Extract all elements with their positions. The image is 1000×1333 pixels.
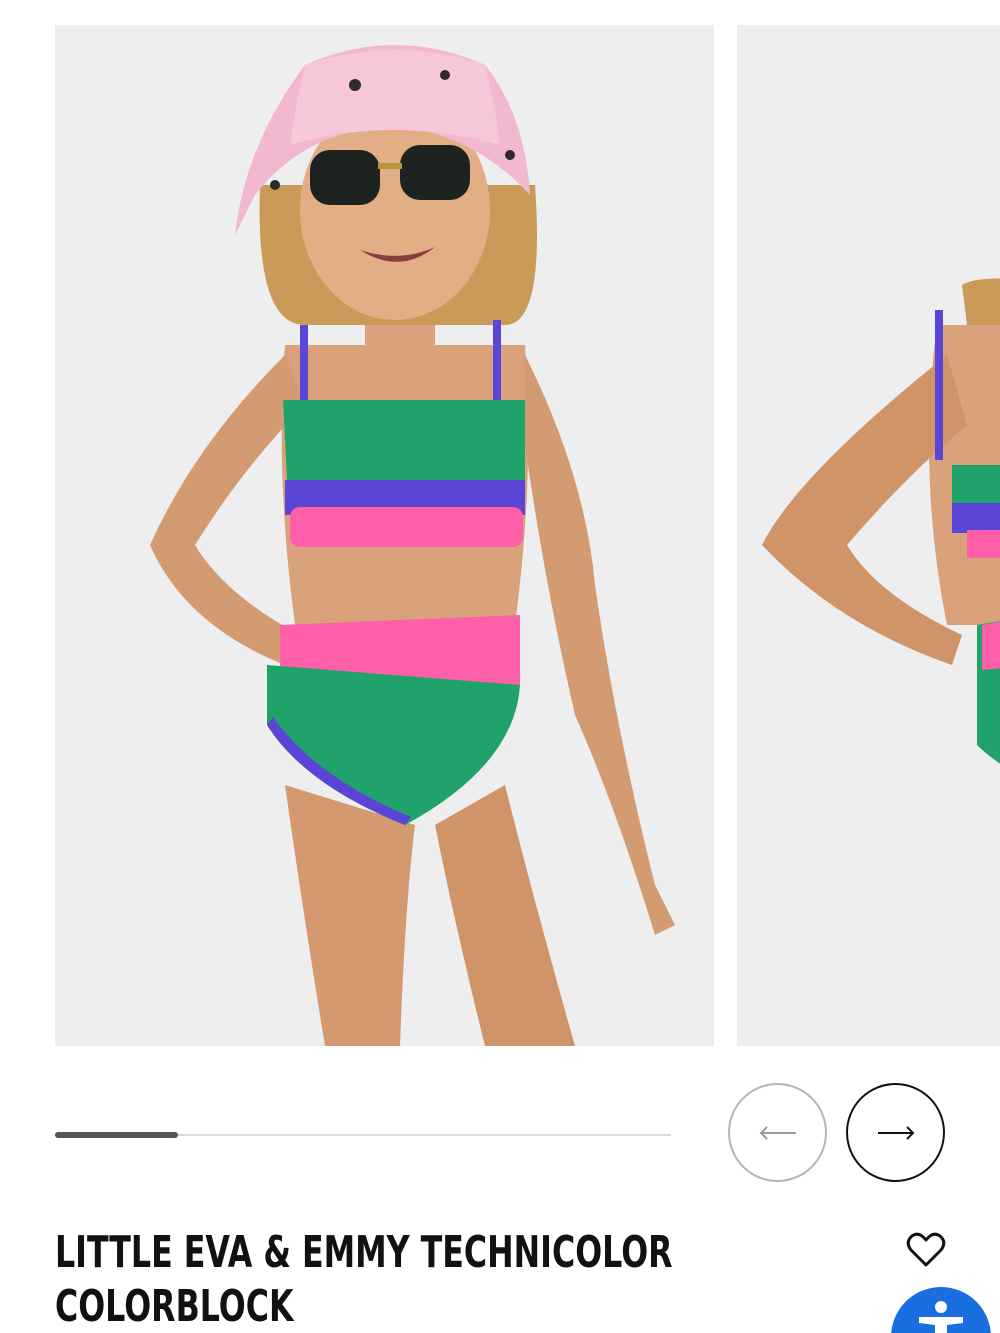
gallery-progress-bar — [55, 1132, 671, 1138]
gallery-progress-fill — [55, 1132, 179, 1138]
product-image-front[interactable] — [55, 25, 714, 1046]
heart-icon — [906, 1232, 946, 1267]
product-image-back[interactable] — [737, 25, 1000, 1046]
product-image-gallery[interactable] — [0, 0, 1000, 1060]
gallery-prev-button[interactable] — [728, 1083, 827, 1182]
model-photo-front — [55, 25, 714, 1046]
arrow-left-icon — [759, 1125, 796, 1140]
arrow-right-icon — [877, 1125, 914, 1140]
gallery-next-button[interactable] — [846, 1083, 945, 1182]
accessibility-button[interactable] — [891, 1287, 991, 1333]
accessibility-icon — [919, 1301, 963, 1333]
wishlist-button[interactable] — [906, 1232, 946, 1268]
product-title: LITTLE EVA & EMMY TECHNICOLOR COLORBLOCK — [55, 1227, 673, 1332]
model-photo-back — [737, 25, 1000, 1046]
